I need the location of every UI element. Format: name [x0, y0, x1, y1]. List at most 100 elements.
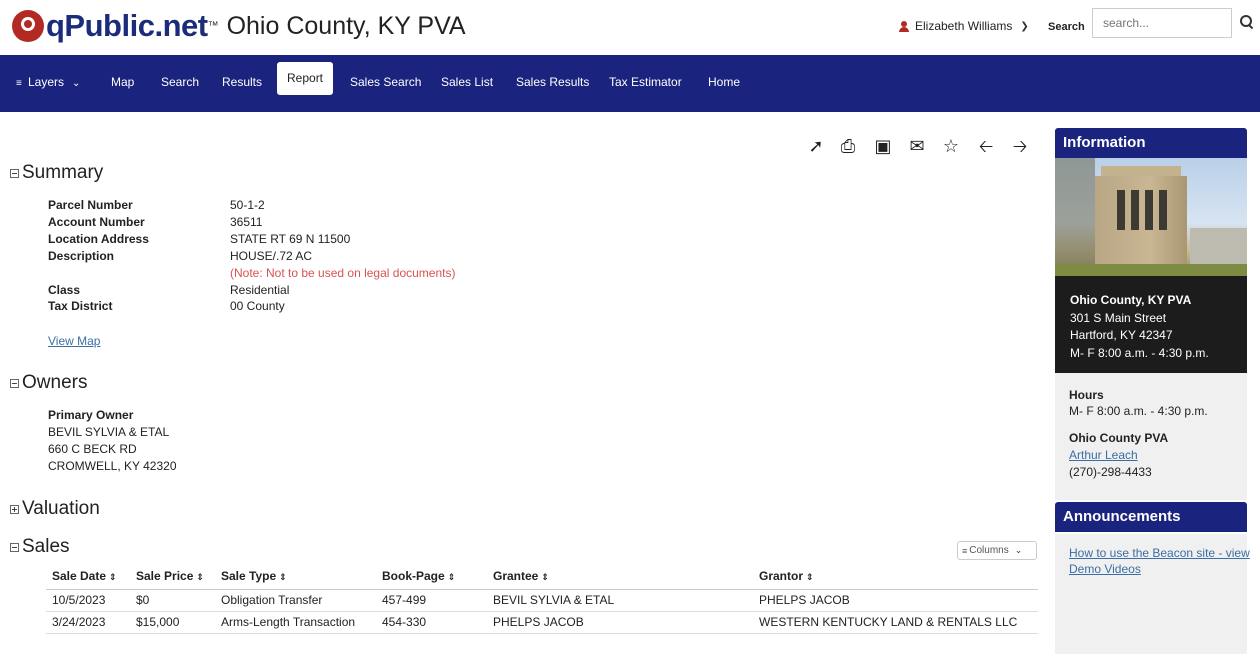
user-menu[interactable]: Elizabeth Williams ❯: [899, 19, 1029, 33]
qpublic-logo-icon: [12, 10, 44, 42]
table-cell: BEVIL SYLVIA & ETAL: [487, 589, 753, 612]
list-icon: ≡: [962, 545, 968, 556]
email-icon[interactable]: ✉: [907, 137, 927, 155]
owners-section-header[interactable]: Owners: [10, 372, 87, 394]
nav-report[interactable]: Report: [277, 62, 334, 95]
star-icon[interactable]: ☆: [941, 137, 961, 155]
table-cell: 454-330: [376, 611, 487, 634]
owner-street: 660 C BECK RD: [48, 442, 137, 456]
header-label: Sale Date: [52, 568, 107, 583]
sales-section-header[interactable]: Sales: [10, 536, 70, 558]
tax-district-label: Tax District: [48, 299, 113, 313]
tax-district-value: 00 County: [230, 299, 285, 313]
hours-value: M- F 8:00 a.m. - 4:30 p.m.: [1069, 404, 1208, 418]
office-name: Ohio County, KY PVA: [1070, 293, 1192, 307]
sort-icon: ⇕: [806, 571, 814, 582]
nav-sales-results[interactable]: Sales Results: [516, 75, 589, 89]
arrow-left-icon[interactable]: 🡠: [976, 137, 996, 155]
nav-sales-list[interactable]: Sales List: [441, 75, 493, 89]
valuation-title: Valuation: [22, 498, 100, 519]
search-input[interactable]: [1092, 8, 1232, 38]
search-icon[interactable]: [1240, 15, 1252, 27]
chevron-down-icon: ❯: [1020, 20, 1029, 32]
layers-icon: ≡: [16, 78, 22, 89]
sale-date-header[interactable]: Sale Date ⇕: [46, 563, 130, 590]
legal-note: (Note: Not to be used on legal documents…: [230, 266, 456, 280]
nav-home[interactable]: Home: [708, 75, 740, 89]
summary-title: Summary: [22, 162, 104, 183]
table-row: 3/24/2023 $15,000 Arms-Length Transactio…: [46, 611, 1038, 634]
nav-layers[interactable]: ≡ Layers ⌄: [16, 75, 80, 89]
book-page-header[interactable]: Book-Page ⇕: [376, 563, 487, 590]
table-header-row: Sale Date ⇕ Sale Price ⇕ Sale Type ⇕ Book-P…: [46, 563, 1038, 590]
columns-button[interactable]: ≡ Columns ⌄: [957, 541, 1037, 560]
print-icon[interactable]: ⎙: [838, 137, 858, 155]
table-cell: 3/24/2023: [46, 611, 130, 634]
table-cell: $15,000: [130, 611, 215, 634]
office-hours: M- F 8:00 a.m. - 4:30 p.m.: [1070, 345, 1209, 360]
table-cell: 10/5/2023: [46, 589, 130, 612]
courthouse-photo: [1055, 158, 1247, 276]
qpublic-logo[interactable]: qPublic.net ™ Ohio County, KY PVA: [12, 8, 466, 44]
grantee-header[interactable]: Grantee ⇕: [487, 563, 753, 590]
expand-icon: [10, 504, 19, 514]
chevron-down-icon: ⌄: [72, 78, 81, 89]
hours-label: Hours: [1069, 388, 1104, 402]
sale-price-header[interactable]: Sale Price ⇕: [130, 563, 215, 590]
arrow-right-icon[interactable]: 🡢: [1010, 137, 1030, 155]
table-cell: $0: [130, 589, 215, 612]
table-cell: Arms-Length Transaction: [215, 611, 376, 634]
parcel-number-value: 50-1-2: [230, 198, 265, 212]
logo-trademark: ™: [207, 20, 219, 32]
page-header: qPublic.net ™ Ohio County, KY PVA Elizab…: [0, 0, 1260, 55]
view-map-link[interactable]: View Map: [48, 334, 100, 348]
share-icon[interactable]: ➚: [806, 137, 826, 155]
office-city: Hartford, KY 42347: [1070, 328, 1173, 342]
sort-icon: ⇕: [196, 571, 204, 582]
sort-icon: ⇕: [447, 571, 456, 582]
pva-name-link[interactable]: Arthur Leach: [1069, 448, 1138, 462]
summary-section-header[interactable]: Summary: [10, 162, 103, 184]
header-label: Grantee: [493, 568, 539, 583]
owner-city: CROMWELL, KY 42320: [48, 459, 177, 473]
columns-button-label: Columns: [969, 545, 1009, 556]
collapse-icon: [10, 542, 19, 552]
valuation-section-header[interactable]: Valuation: [10, 498, 100, 520]
nav-layers-label: Layers: [28, 75, 65, 89]
table-cell: WESTERN KENTUCKY LAND & RENTALS LLC: [753, 611, 1038, 634]
county-title: Ohio County, KY PVA: [226, 11, 466, 40]
table-row: 10/5/2023 $0 Obligation Transfer 457-499…: [46, 589, 1038, 612]
location-address-label: Location Address: [48, 232, 149, 246]
beacon-demo-link-cont[interactable]: Demo Videos: [1069, 562, 1141, 576]
account-number-value: 36511: [230, 215, 263, 229]
table-cell: PHELPS JACOB: [487, 611, 753, 634]
collapse-icon: [10, 378, 19, 388]
sales-table: Sale Date ⇕ Sale Price ⇕ Sale Type ⇕ Book-P…: [46, 563, 1038, 634]
logo-text: qPublic.net: [46, 8, 208, 43]
nav-map[interactable]: Map: [111, 75, 134, 89]
announcements-panel-header: Announcements: [1055, 502, 1247, 532]
table-cell: PHELPS JACOB: [753, 589, 1038, 612]
grantor-header[interactable]: Grantor ⇕: [753, 563, 1038, 590]
nav-search[interactable]: Search: [161, 75, 199, 89]
table-cell: 457-499: [376, 589, 487, 612]
image-icon[interactable]: ▣: [873, 137, 893, 155]
nav-results[interactable]: Results: [222, 75, 262, 89]
user-icon: [899, 20, 909, 32]
main-navbar: ≡ Layers ⌄ Map Search Results Report Sales…: [0, 55, 1260, 112]
owner-name: BEVIL SYLVIA & ETAL: [48, 425, 170, 439]
header-label: Sale Price: [136, 568, 194, 583]
beacon-demo-link[interactable]: How to use the Beacon site - view: [1069, 546, 1250, 560]
class-label: Class: [48, 283, 81, 297]
search-label: Search: [1048, 21, 1085, 33]
information-panel-header: Information: [1055, 128, 1247, 158]
office-address-block: Ohio County, KY PVA 301 S Main Street Ha…: [1055, 276, 1247, 373]
owners-title: Owners: [22, 372, 88, 393]
table-cell: Obligation Transfer: [215, 589, 376, 612]
sales-title: Sales: [22, 536, 70, 557]
office-street: 301 S Main Street: [1070, 310, 1167, 325]
nav-sales-search[interactable]: Sales Search: [350, 75, 421, 89]
sale-type-header[interactable]: Sale Type ⇕: [215, 563, 376, 590]
nav-tax-estimator[interactable]: Tax Estimator: [609, 75, 682, 89]
sort-icon: ⇕: [279, 571, 287, 582]
